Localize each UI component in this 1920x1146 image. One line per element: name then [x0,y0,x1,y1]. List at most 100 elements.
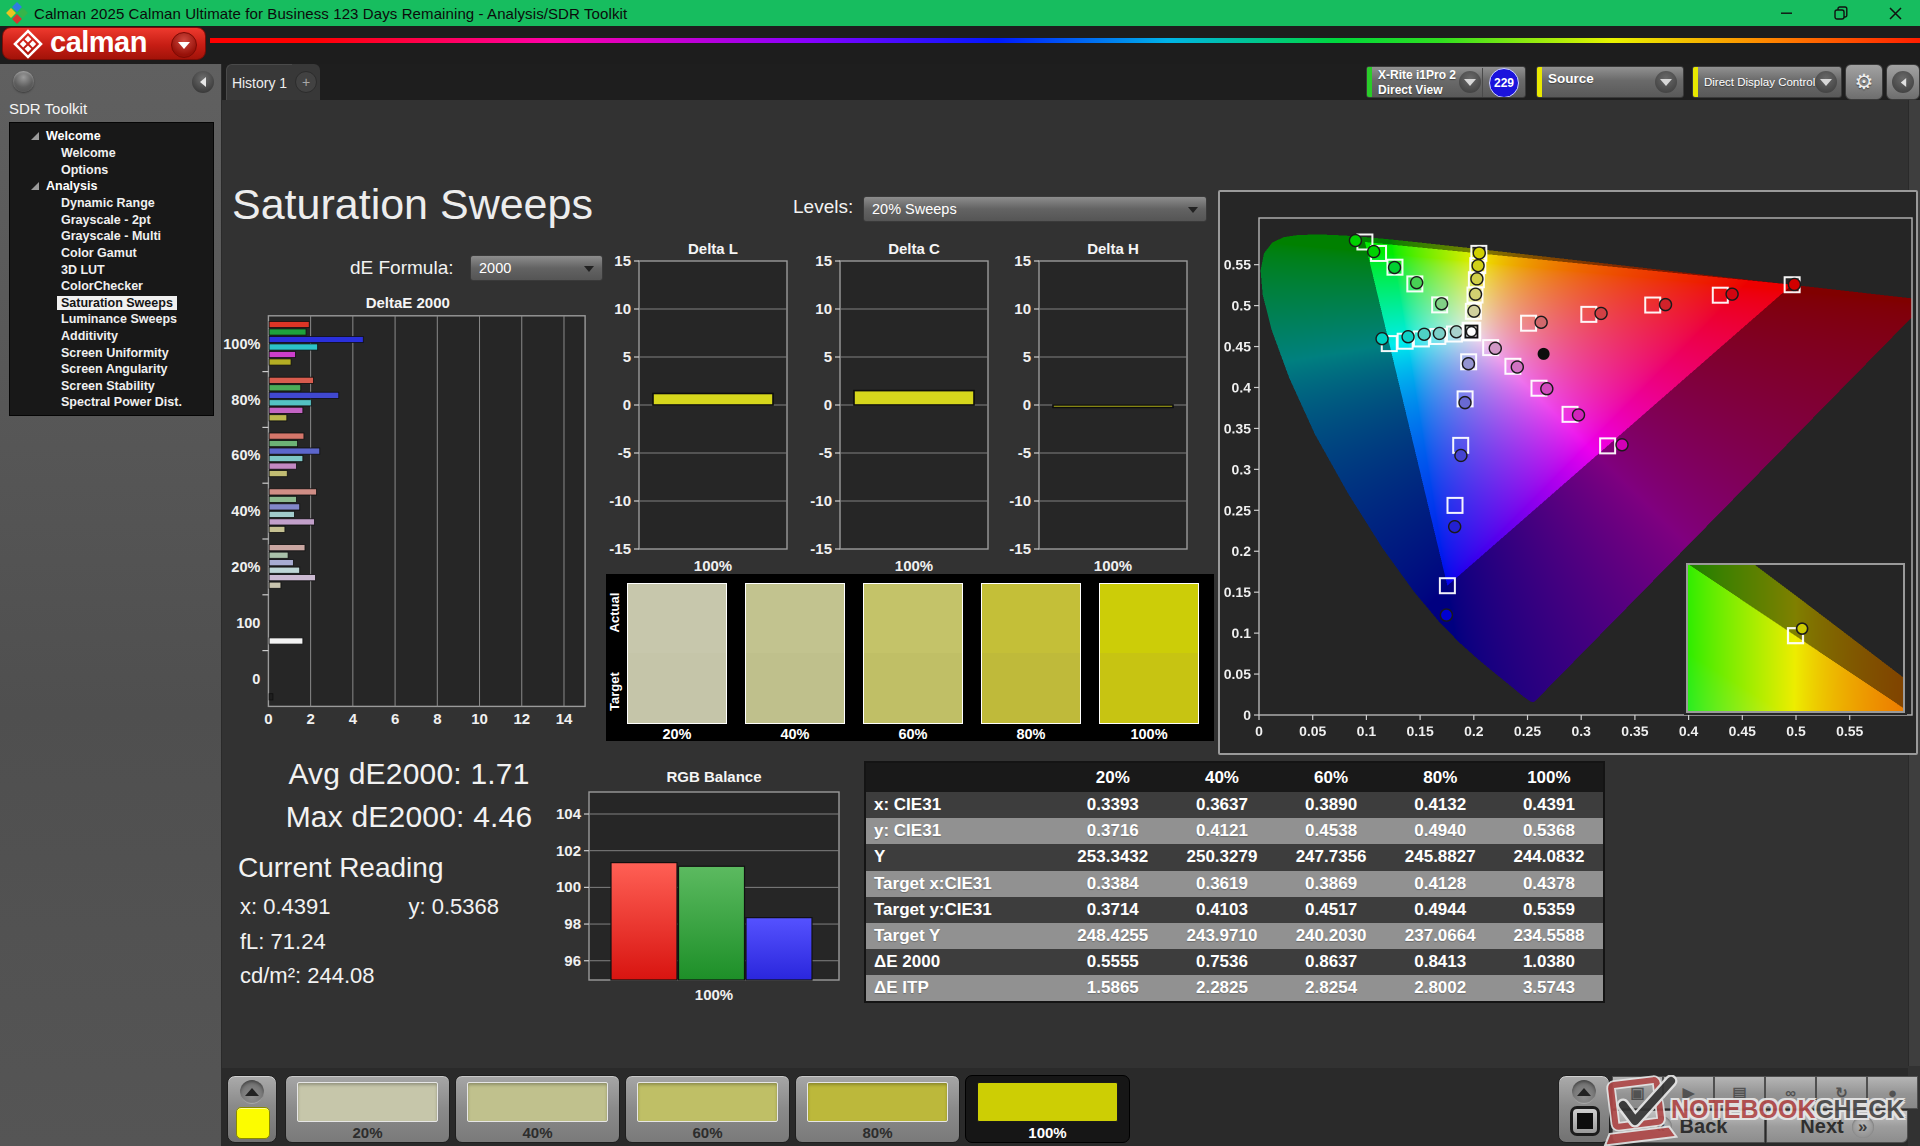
svg-text:-10: -10 [810,492,832,509]
sweep-swatch-button-80%[interactable]: 80% [795,1075,960,1143]
tree-group-welcome[interactable]: Welcome [10,128,213,145]
refresh-button[interactable]: ↻ [1816,1076,1867,1109]
levels-select[interactable]: 20% Sweeps [863,196,1207,222]
max-de2000: Max dE2000: 4.46 [244,795,574,838]
stop-button[interactable] [1558,1075,1610,1143]
de-formula-label: dE Formula: [350,257,453,279]
tree-item-welcome[interactable]: Welcome [10,145,213,162]
cell-value: 0.3890 [1277,792,1386,818]
table-row-5: Target Y248.4255243.9710240.2030237.0664… [865,923,1604,949]
cell-value: 0.3869 [1277,871,1386,897]
tree-group-analysis[interactable]: Analysis [10,178,213,195]
back-icon: « [1650,1116,1672,1138]
settings-button[interactable]: ⚙ [1845,64,1883,100]
svg-text:-10: -10 [1009,492,1031,509]
close-button[interactable] [1872,0,1918,26]
back-button[interactable]: « Back [1612,1110,1765,1143]
tree-item-colorchecker[interactable]: ColorChecker [10,278,213,295]
sidebar: SDR Toolkit WelcomeWelcomeOptionsAnalysi… [0,64,222,1146]
gear-icon: ⚙ [1855,70,1874,94]
table-row-2: Y253.3432250.3279247.7356245.8827244.083… [865,844,1604,870]
add-tab-button[interactable]: + [292,64,320,100]
chevron-down-icon [178,42,190,49]
sweep-swatch-button-20%[interactable]: 20% [285,1075,450,1143]
tab-history-1[interactable]: History 1 [226,64,292,100]
tree-item-grayscale-multi[interactable]: Grayscale - Multi [10,228,213,245]
back-label: Back [1680,1115,1728,1138]
de-formula-select[interactable]: 2000 [470,255,603,281]
tree-item-color-gamut[interactable]: Color Gamut [10,245,213,262]
svg-text:10: 10 [614,300,631,317]
row-label: x: CIE31 [865,792,1058,818]
tree-item-spectral-power-dist-[interactable]: Spectral Power Dist. [10,394,213,411]
tree-expander-icon [31,182,39,190]
cell-value: 1.5865 [1058,975,1167,1001]
cell-value: 0.4940 [1386,818,1495,844]
swatch-compare-40% [745,583,845,724]
table-col-header-80%: 80% [1386,762,1495,792]
svg-text:20%: 20% [231,559,260,575]
cell-value: 248.4255 [1058,923,1167,949]
tree-item-options[interactable]: Options [10,162,213,179]
tree-item-dynamic-range[interactable]: Dynamic Range [10,195,213,212]
row-label: ΔE ITP [865,975,1058,1001]
tree-item-screen-stability[interactable]: Screen Stability [10,378,213,395]
table-col-header-100%: 100% [1495,762,1604,792]
logo-dropdown-button[interactable] [171,32,197,58]
meter-count-badge[interactable]: 229 [1489,68,1519,98]
cell-value: 243.9710 [1167,923,1276,949]
meter-dropdown[interactable]: X-Rite i1Pro 2Direct View 229 [1366,66,1526,98]
svg-text:80%: 80% [231,392,260,408]
sweep-swatch-button-40%[interactable]: 40% [455,1075,620,1143]
tree-item-screen-angularity[interactable]: Screen Angularity [10,361,213,378]
sidebar-collapse-button[interactable] [192,71,214,93]
measure-yellow-button[interactable] [227,1075,277,1143]
app-icon [6,2,28,24]
cell-value: 245.8827 [1386,844,1495,870]
svg-text:40%: 40% [231,503,260,519]
camera-button[interactable]: ▣ [1612,1076,1663,1109]
plus-icon: + [295,71,317,93]
svg-text:DeltaE 2000: DeltaE 2000 [366,296,450,311]
sidebar-orb-icon[interactable] [13,71,34,92]
collapse-panel-button[interactable] [1886,64,1920,100]
table-row-3: Target x:CIE310.33840.36190.38690.41280.… [865,871,1604,897]
row-label: Target y:CIE31 [865,897,1058,923]
cell-value: 244.0832 [1495,844,1604,870]
save-button[interactable]: ▤ [1714,1076,1765,1109]
svg-text:0: 0 [252,671,260,687]
cie-1976-panel: CIE 1976 u'v' [1218,190,1918,755]
target-swatch [864,653,962,723]
svg-text:15: 15 [815,252,832,269]
minimize-button[interactable] [1764,0,1810,26]
cell-value: 0.4391 [1495,792,1604,818]
tree-item-luminance-sweeps[interactable]: Luminance Sweeps [10,311,213,328]
svg-text:6: 6 [391,710,399,727]
minimize-icon [1781,7,1793,19]
tree-item-screen-uniformity[interactable]: Screen Uniformity [10,345,213,362]
calman-logo-button[interactable]: calman [2,27,206,60]
record-button[interactable]: ● [1867,1076,1918,1109]
table-col-header-40%: 40% [1167,762,1276,792]
loop-button[interactable]: ∞ [1765,1076,1816,1109]
sweep-swatch-button-100%[interactable]: 100% [965,1075,1130,1143]
tree-item-3d-lut[interactable]: 3D LUT [10,262,213,279]
maximize-button[interactable] [1818,0,1864,26]
target-row-label: Target [607,662,622,722]
table-header-row: 20%40%60%80%100% [865,762,1604,792]
display-control-dropdown[interactable]: Direct Display Control [1692,66,1842,98]
swatch-level-label: 20% [627,726,727,742]
play-button[interactable]: ▶ [1663,1076,1714,1109]
svg-text:5: 5 [623,348,631,365]
reading-fl: fL: 71.24 [240,929,790,955]
cell-value: 0.3384 [1058,871,1167,897]
sweep-swatch-color [977,1082,1118,1122]
next-button[interactable]: Next » [1766,1110,1908,1143]
sidebar-title: SDR Toolkit [9,100,87,117]
tree-item-saturation-sweeps[interactable]: Saturation Sweeps [10,295,213,312]
sweep-swatch-button-60%[interactable]: 60% [625,1075,790,1143]
tree-item-additivity[interactable]: Additivity [10,328,213,345]
row-label: ΔE 2000 [865,949,1058,975]
source-dropdown[interactable]: Source [1536,66,1684,98]
tree-item-grayscale-2pt[interactable]: Grayscale - 2pt [10,212,213,229]
